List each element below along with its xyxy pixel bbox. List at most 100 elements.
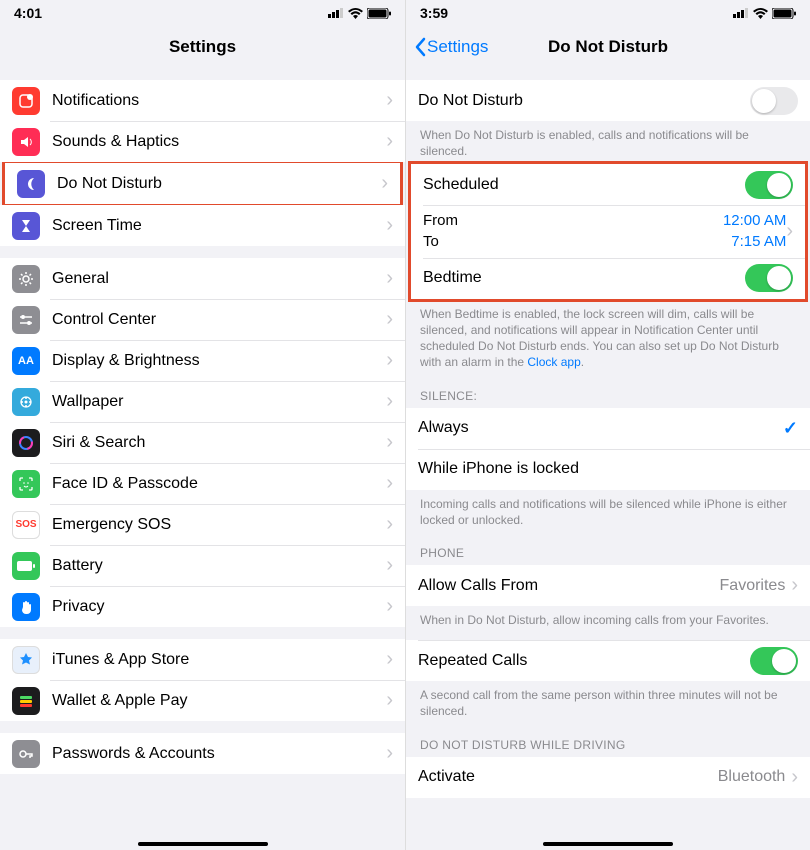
row-label: Do Not Disturb (57, 175, 381, 193)
cellular-icon (328, 8, 344, 18)
moon-icon (17, 170, 45, 198)
schedule-time-row[interactable]: From12:00 AM To7:15 AM › (411, 205, 805, 258)
activate-row[interactable]: Activate Bluetooth › (406, 757, 810, 798)
settings-row-wallpaper[interactable]: Wallpaper› (0, 381, 405, 422)
repeated-calls-switch[interactable] (750, 647, 798, 675)
to-value: 7:15 AM (731, 232, 786, 252)
bedtime-footer: When Bedtime is enabled, the lock screen… (406, 300, 810, 375)
settings-row-notifications[interactable]: Notifications› (0, 80, 405, 121)
silence-always-label: Always (418, 419, 783, 437)
from-value: 12:00 AM (723, 211, 786, 231)
settings-row-general[interactable]: General› (0, 258, 405, 299)
faceid-icon (12, 470, 40, 498)
settings-row-passwords-accounts[interactable]: Passwords & Accounts› (0, 733, 405, 774)
allow-calls-value: Favorites (720, 577, 786, 595)
chevron-right-icon: › (386, 742, 393, 765)
sliders-icon (12, 306, 40, 334)
allow-calls-row[interactable]: Allow Calls From Favorites › (406, 565, 810, 606)
settings-list[interactable]: Notifications›Sounds & Haptics›Do Not Di… (0, 80, 405, 774)
settings-row-do-not-disturb[interactable]: Do Not Disturb› (5, 163, 400, 204)
dnd-footer: When Do Not Disturb is enabled, calls an… (406, 121, 810, 163)
chevron-right-icon: › (381, 172, 388, 195)
battery-icon (367, 8, 391, 19)
bedtime-row[interactable]: Bedtime (411, 258, 805, 299)
settings-row-emergency-sos[interactable]: SOSEmergency SOS› (0, 504, 405, 545)
nav-bar: Settings (0, 26, 405, 68)
row-label: Control Center (52, 311, 386, 329)
chevron-right-icon: › (386, 390, 393, 413)
scheduled-row[interactable]: Scheduled (411, 164, 805, 205)
dnd-toggle-row[interactable]: Do Not Disturb (406, 80, 810, 121)
battery-icon (12, 552, 40, 580)
page-title: Do Not Disturb (548, 37, 668, 57)
row-label: Screen Time (52, 217, 386, 235)
settings-row-sounds-haptics[interactable]: Sounds & Haptics› (0, 121, 405, 162)
row-label: Display & Brightness (52, 352, 386, 370)
driving-header: DO NOT DISTURB WHILE DRIVING (406, 724, 810, 757)
gear-icon (12, 265, 40, 293)
page-title: Settings (169, 37, 236, 57)
chevron-right-icon: › (791, 574, 798, 597)
key-icon (12, 740, 40, 768)
chevron-right-icon: › (386, 554, 393, 577)
row-label: Notifications (52, 92, 386, 110)
dnd-pane: 3:59 Settings Do Not Disturb Do Not Dist… (405, 0, 810, 850)
settings-row-wallet-apple-pay[interactable]: Wallet & Apple Pay› (0, 680, 405, 721)
settings-row-siri-search[interactable]: Siri & Search› (0, 422, 405, 463)
checkmark-icon: ✓ (783, 418, 798, 439)
schedule-highlight: Scheduled From12:00 AM To7:15 AM › Bedti… (408, 161, 808, 302)
bedtime-switch[interactable] (745, 264, 793, 292)
row-label: General (52, 270, 386, 288)
settings-row-itunes-app-store[interactable]: iTunes & App Store› (0, 639, 405, 680)
settings-row-screen-time[interactable]: Screen Time› (0, 205, 405, 246)
row-label: Siri & Search (52, 434, 386, 452)
cellular-icon (733, 8, 749, 18)
chevron-right-icon: › (386, 513, 393, 536)
repeated-calls-footer: A second call from the same person withi… (406, 681, 810, 723)
status-time: 4:01 (14, 5, 42, 21)
settings-pane: 4:01 Settings Notifications›Sounds & Hap… (0, 0, 405, 850)
from-label: From (423, 211, 458, 231)
silence-always-row[interactable]: Always ✓ (406, 408, 810, 449)
brightness-icon: AA (12, 347, 40, 375)
hand-icon (12, 593, 40, 621)
row-label: Wallpaper (52, 393, 386, 411)
battery-icon (772, 8, 796, 19)
repeated-calls-label: Repeated Calls (418, 652, 750, 670)
schedule-fromto: From12:00 AM To7:15 AM (423, 205, 786, 258)
settings-row-control-center[interactable]: Control Center› (0, 299, 405, 340)
status-time: 3:59 (420, 5, 448, 21)
row-label: iTunes & App Store (52, 651, 386, 669)
home-indicator (543, 842, 673, 846)
bedtime-label: Bedtime (423, 269, 745, 287)
row-label: Privacy (52, 598, 386, 616)
dnd-switch[interactable] (750, 87, 798, 115)
allow-calls-footer: When in Do Not Disturb, allow incoming c… (406, 606, 810, 632)
chevron-right-icon: › (386, 349, 393, 372)
chevron-right-icon: › (386, 431, 393, 454)
appstore-icon (12, 646, 40, 674)
settings-row-display-brightness[interactable]: AA Display & Brightness› (0, 340, 405, 381)
silence-locked-row[interactable]: While iPhone is locked (406, 449, 810, 490)
wifi-icon (348, 8, 363, 19)
repeated-calls-row[interactable]: Repeated Calls (406, 640, 810, 681)
chevron-right-icon: › (386, 308, 393, 331)
chevron-right-icon: › (386, 130, 393, 153)
status-bar: 3:59 (406, 0, 810, 26)
clock-app-link[interactable]: Clock app (527, 355, 580, 369)
notifications-icon (12, 87, 40, 115)
row-label: Battery (52, 557, 386, 575)
status-icons (328, 8, 391, 19)
chevron-right-icon: › (791, 766, 798, 789)
settings-row-privacy[interactable]: Privacy› (0, 586, 405, 627)
scheduled-switch[interactable] (745, 171, 793, 199)
silence-footer: Incoming calls and notifications will be… (406, 490, 810, 532)
settings-row-face-id-passcode[interactable]: Face ID & Passcode› (0, 463, 405, 504)
back-button[interactable]: Settings (414, 26, 488, 68)
activate-label: Activate (418, 768, 718, 786)
settings-row-battery[interactable]: Battery› (0, 545, 405, 586)
row-label: Face ID & Passcode (52, 475, 386, 493)
activate-value: Bluetooth (718, 768, 786, 786)
row-label: Passwords & Accounts (52, 745, 386, 763)
wifi-icon (753, 8, 768, 19)
